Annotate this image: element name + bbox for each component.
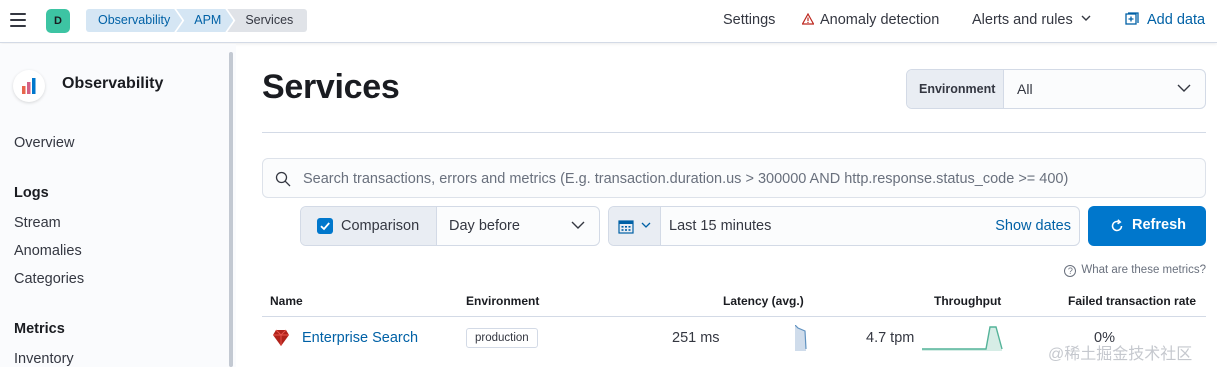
throughput-value: 4.7 tpm bbox=[866, 330, 915, 346]
breadcrumb: Observability APM Services bbox=[86, 9, 308, 32]
comparison-control: Comparison Day before bbox=[300, 206, 600, 246]
chevron-down-icon bbox=[641, 222, 651, 228]
settings-link[interactable]: Settings bbox=[723, 12, 775, 28]
chevron-down-icon bbox=[1081, 15, 1091, 21]
page-title: Services bbox=[262, 68, 400, 106]
latency-value: 251 ms bbox=[672, 330, 720, 346]
alerts-rules-label: Alerts and rules bbox=[972, 12, 1073, 28]
comparison-label: Comparison bbox=[341, 218, 420, 234]
menu-icon[interactable] bbox=[10, 13, 26, 27]
quick-select-button[interactable] bbox=[609, 207, 661, 245]
sidebar-heading-logs: Logs bbox=[14, 185, 49, 201]
space-avatar[interactable]: D bbox=[46, 9, 70, 33]
warning-icon bbox=[802, 13, 814, 25]
side-nav: Observability Overview Logs Stream Anoma… bbox=[0, 44, 236, 367]
chevron-down-icon bbox=[571, 221, 585, 229]
comparison-toggle[interactable]: Comparison bbox=[301, 207, 437, 245]
add-data-label: Add data bbox=[1147, 12, 1206, 28]
service-name-link[interactable]: Enterprise Search bbox=[302, 330, 418, 346]
sidebar-item-overview[interactable]: Overview bbox=[14, 135, 74, 151]
anomaly-detection-label: Anomaly detection bbox=[820, 12, 940, 28]
table-header-divider bbox=[262, 316, 1206, 317]
environment-label: Environment bbox=[907, 70, 1004, 108]
latency-sparkline bbox=[795, 325, 807, 351]
metrics-help-link[interactable]: ? What are these metrics? bbox=[1064, 264, 1206, 277]
breadcrumb-observability[interactable]: Observability bbox=[86, 9, 182, 32]
search-icon bbox=[275, 171, 291, 187]
sidebar-item-stream[interactable]: Stream bbox=[14, 215, 61, 231]
refresh-label: Refresh bbox=[1132, 217, 1186, 233]
column-header-name[interactable]: Name bbox=[270, 294, 303, 308]
top-header: D Observability APM Services Settings An… bbox=[0, 0, 1217, 43]
comparison-select[interactable]: Day before bbox=[449, 218, 520, 234]
observability-icon bbox=[22, 78, 36, 94]
watermark: @稀土掘金技术社区 bbox=[1048, 346, 1193, 363]
column-header-environment[interactable]: Environment bbox=[466, 294, 539, 308]
refresh-button[interactable]: Refresh bbox=[1088, 206, 1206, 246]
question-icon: ? bbox=[1064, 265, 1077, 277]
comparison-checkbox[interactable] bbox=[317, 218, 333, 234]
breadcrumb-services: Services bbox=[227, 9, 308, 32]
search-bar[interactable]: Search transactions, errors and metrics … bbox=[262, 158, 1206, 198]
metrics-help-label: What are these metrics? bbox=[1081, 264, 1206, 276]
environment-badge: production bbox=[466, 328, 538, 348]
check-icon bbox=[320, 222, 330, 231]
ruby-agent-icon bbox=[273, 329, 289, 346]
column-header-latency[interactable]: Latency (avg.) bbox=[723, 294, 804, 308]
sidebar-item-categories[interactable]: Categories bbox=[14, 271, 84, 287]
refresh-icon bbox=[1111, 219, 1123, 232]
environment-select[interactable]: Environment All bbox=[906, 69, 1206, 109]
chevron-down-icon bbox=[1177, 84, 1191, 92]
column-header-throughput[interactable]: Throughput bbox=[934, 294, 1001, 308]
search-input[interactable]: Search transactions, errors and metrics … bbox=[303, 171, 1068, 187]
date-picker: Last 15 minutes Show dates bbox=[608, 206, 1080, 246]
date-range-value[interactable]: Last 15 minutes bbox=[669, 218, 771, 234]
column-header-failed-rate[interactable]: Failed transaction rate bbox=[1068, 294, 1196, 308]
throughput-sparkline bbox=[922, 326, 1003, 351]
add-data-link[interactable]: Add data bbox=[1125, 12, 1205, 28]
show-dates-link[interactable]: Show dates bbox=[995, 218, 1071, 234]
add-data-icon bbox=[1125, 12, 1139, 25]
divider bbox=[262, 132, 1206, 133]
environment-value: All bbox=[1017, 81, 1033, 97]
sidebar-item-inventory[interactable]: Inventory bbox=[14, 351, 74, 367]
alerts-rules-menu[interactable]: Alerts and rules bbox=[972, 12, 1091, 28]
anomaly-detection-link[interactable]: Anomaly detection bbox=[802, 12, 939, 28]
sidebar-item-anomalies[interactable]: Anomalies bbox=[14, 243, 82, 259]
sidebar-heading-metrics: Metrics bbox=[14, 321, 65, 337]
sidebar-title: Observability bbox=[62, 75, 164, 92]
breadcrumb-apm[interactable]: APM bbox=[176, 9, 233, 32]
sidebar-scrollbar[interactable] bbox=[229, 52, 233, 367]
calendar-icon bbox=[618, 220, 634, 234]
observability-logo bbox=[13, 70, 45, 102]
